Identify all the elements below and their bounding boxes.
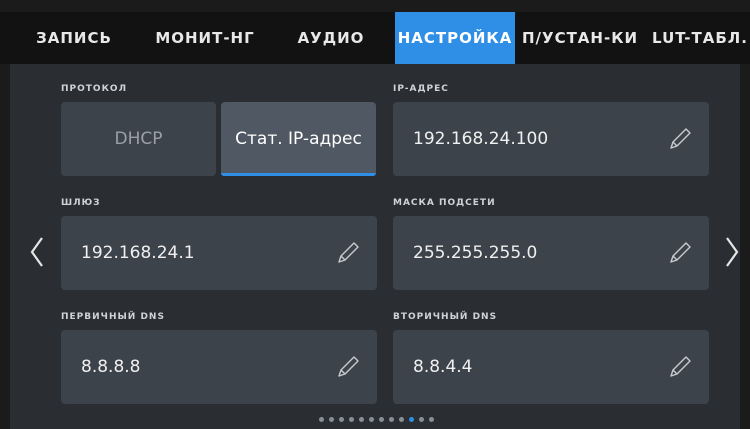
page-dot [329,417,334,422]
secondary-dns-value: 8.8.4.4 [413,357,473,377]
tab-luts[interactable]: LUT-ТАБЛ. [650,12,750,64]
page-dot [319,417,324,422]
gateway-label: ШЛЮЗ [61,198,101,208]
chevron-right-icon[interactable] [721,232,743,272]
gateway-field[interactable]: 192.168.24.1 [61,216,377,290]
primary-dns-value: 8.8.8.8 [81,357,141,377]
pencil-icon[interactable] [667,240,693,266]
gateway-value: 192.168.24.1 [81,243,195,263]
protocol-static-button[interactable]: Стат. IP-адрес [221,102,376,176]
tab-presets[interactable]: П/УСТАН-КИ [516,12,644,64]
secondary-dns-label: ВТОРИЧНЫЙ DNS [393,312,498,322]
ip-address-value: 192.168.24.100 [413,129,549,149]
primary-dns-field[interactable]: 8.8.8.8 [61,330,377,404]
chevron-left-icon[interactable] [26,232,48,272]
selected-indicator [221,173,376,176]
protocol-label: ПРОТОКОЛ [61,84,128,94]
tab-record[interactable]: ЗАПИСЬ [24,12,124,64]
secondary-dns-field[interactable]: 8.8.4.4 [393,330,709,404]
page-dot [369,417,374,422]
subnet-mask-field[interactable]: 255.255.255.0 [393,216,709,290]
page-dot [339,417,344,422]
primary-dns-label: ПЕРВИЧНЫЙ DNS [61,312,165,322]
tab-audio[interactable]: АУДИО [290,12,372,64]
page-dot [419,417,424,422]
ip-address-field[interactable]: 192.168.24.100 [393,102,709,176]
page-dot [429,417,434,422]
pencil-icon[interactable] [335,354,361,380]
tab-setup[interactable]: НАСТРОЙКА [395,12,515,64]
page-dot [409,417,414,422]
page-dot [389,417,394,422]
tab-monitor[interactable]: МОНИТ-НГ [150,12,260,64]
ip-address-label: IP-АДРЕС [393,84,449,94]
subnet-mask-value: 255.255.255.0 [413,243,538,263]
settings-panel: ПРОТОКОЛ DHCP Стат. IP-адрес IP-АДРЕС 19… [10,64,740,429]
page-dot [359,417,364,422]
page-dot [399,417,404,422]
protocol-dhcp-button[interactable]: DHCP [61,102,216,176]
pencil-icon[interactable] [335,240,361,266]
page-dot [379,417,384,422]
pencil-icon[interactable] [667,126,693,152]
tab-bar: ЗАПИСЬ МОНИТ-НГ АУДИО НАСТРОЙКА П/УСТАН-… [0,12,750,64]
subnet-mask-label: МАСКА ПОДСЕТИ [393,198,496,208]
pencil-icon[interactable] [667,354,693,380]
page-dot [349,417,354,422]
protocol-static-label: Стат. IP-адрес [235,129,362,149]
